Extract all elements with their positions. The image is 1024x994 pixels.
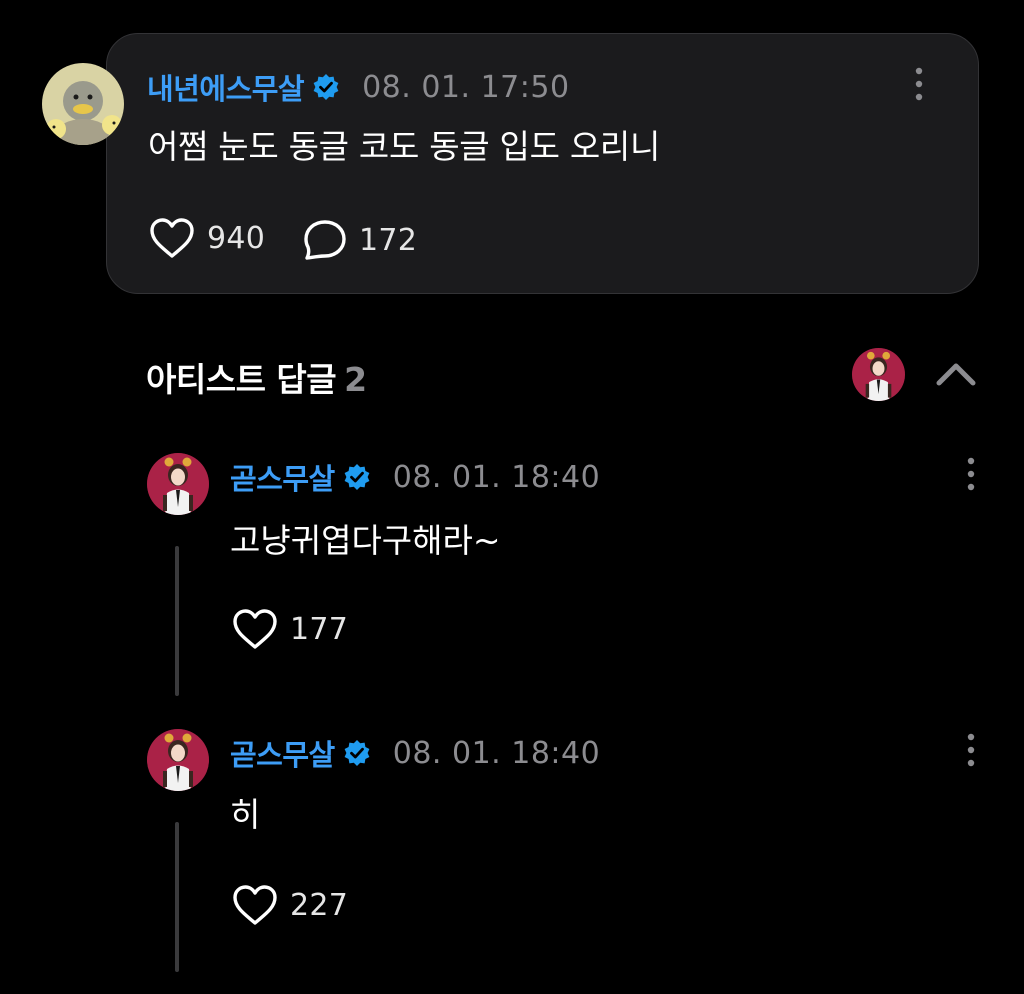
post-header: 내년에스무살 08. 01. 17:50	[147, 66, 570, 108]
thread-line	[175, 546, 179, 696]
like-count: 227	[290, 887, 349, 923]
like-count: 940	[207, 220, 266, 256]
reply-author-username[interactable]: 곧스무살	[230, 732, 335, 774]
post-author-avatar[interactable]	[42, 63, 124, 145]
heart-icon	[233, 609, 277, 649]
artist-replies-count: 2	[344, 360, 367, 399]
comment-bubble-icon	[304, 220, 346, 260]
post-body: 어쩜 눈도 동글 코도 동글 입도 오리니	[148, 127, 661, 166]
artist-replies-title: 아티스트 답글	[146, 360, 337, 399]
more-options-icon[interactable]	[964, 456, 978, 492]
verified-badge-icon	[343, 739, 371, 767]
reply-timestamp: 08. 01. 18:40	[392, 735, 601, 771]
heart-icon	[233, 885, 277, 925]
verified-badge-icon	[343, 463, 371, 491]
heart-icon	[150, 218, 194, 258]
reply-timestamp: 08. 01. 18:40	[392, 459, 601, 495]
artist-replies-header: 아티스트 답글 2	[146, 353, 367, 401]
like-button[interactable]: 940	[149, 217, 265, 259]
like-button[interactable]: 227	[232, 884, 348, 926]
comment-button[interactable]: 172	[303, 219, 417, 261]
reply-body: 고냥귀엽다구해라~	[230, 521, 501, 560]
post-timestamp: 08. 01. 17:50	[362, 69, 570, 105]
more-options-icon[interactable]	[964, 732, 978, 768]
reply-author-username[interactable]: 곧스무살	[230, 456, 335, 498]
more-options-icon[interactable]	[912, 66, 926, 102]
comment-count: 172	[359, 222, 418, 258]
like-button[interactable]: 177	[232, 608, 348, 650]
reply-author-avatar[interactable]	[147, 729, 209, 791]
post-author-username[interactable]: 내년에스무살	[147, 66, 305, 108]
thread-line	[175, 822, 179, 972]
verified-badge-icon	[312, 73, 340, 101]
collapse-chevron-up-icon[interactable]	[934, 360, 978, 388]
artist-avatar[interactable]	[852, 348, 905, 401]
reply-body: 히	[230, 795, 261, 834]
like-count: 177	[290, 611, 349, 647]
reply-author-avatar[interactable]	[147, 453, 209, 515]
reply-header: 곧스무살 08. 01. 18:40	[230, 456, 600, 498]
reply-header: 곧스무살 08. 01. 18:40	[230, 732, 600, 774]
